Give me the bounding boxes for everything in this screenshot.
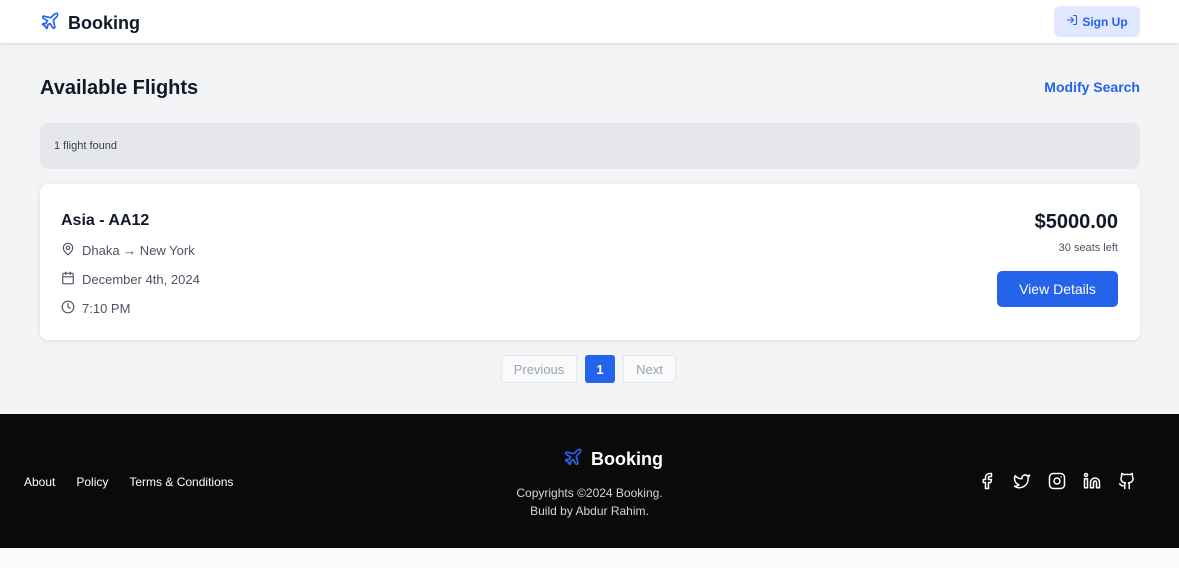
calendar-icon — [61, 271, 75, 288]
flight-date: December 4th, 2024 — [82, 272, 200, 287]
linkedin-icon[interactable] — [1083, 472, 1101, 495]
previous-page-button[interactable]: Previous — [501, 355, 577, 383]
page-title: Available Flights — [40, 77, 199, 99]
social-links — [978, 472, 1136, 495]
credit-text: Build by Abdur Rahim. — [530, 504, 649, 518]
sign-up-button[interactable]: Sign Up — [1054, 6, 1140, 37]
sign-in-icon — [1066, 14, 1078, 29]
site-footer: About Policy Terms & Conditions Booking … — [0, 414, 1179, 548]
clock-icon — [61, 300, 75, 317]
flight-price: $5000.00 — [1034, 211, 1118, 233]
modify-search-link[interactable]: Modify Search — [1044, 79, 1140, 95]
flight-card: Asia - AA12 Dhaka → New York December 4t… — [40, 184, 1140, 340]
flight-time: 7:10 PM — [82, 301, 131, 316]
page-1-button[interactable]: 1 — [585, 355, 615, 383]
twitter-icon[interactable] — [1013, 472, 1031, 495]
seats-left: 30 seats left — [1058, 242, 1118, 254]
page-bottom — [0, 548, 1179, 568]
sign-up-label: Sign Up — [1082, 14, 1128, 29]
view-details-button[interactable]: View Details — [997, 271, 1118, 307]
footer-brand-name: Booking — [591, 449, 663, 469]
map-pin-icon — [61, 242, 75, 259]
brand-name: Booking — [68, 13, 140, 33]
flight-time-row: 7:10 PM — [61, 300, 130, 317]
results-summary-bar: 1 flight found — [40, 123, 1140, 169]
facebook-icon[interactable] — [978, 472, 996, 495]
pagination: Previous 1 Next — [501, 355, 676, 383]
footer-brand[interactable]: Booking — [563, 447, 663, 472]
flight-date-row: December 4th, 2024 — [61, 271, 200, 288]
plane-icon — [563, 447, 583, 472]
brand-logo[interactable]: Booking — [40, 11, 140, 36]
next-page-button[interactable]: Next — [623, 355, 676, 383]
github-icon[interactable] — [1118, 472, 1136, 495]
results-count: 1 flight found — [54, 140, 117, 152]
flight-route-row: Dhaka → New York — [61, 242, 195, 259]
instagram-icon[interactable] — [1048, 472, 1066, 495]
top-navbar: Booking Sign Up — [0, 0, 1179, 43]
flight-route: Dhaka → New York — [82, 243, 195, 258]
flight-name: Asia - AA12 — [61, 212, 150, 229]
plane-icon — [40, 11, 60, 36]
